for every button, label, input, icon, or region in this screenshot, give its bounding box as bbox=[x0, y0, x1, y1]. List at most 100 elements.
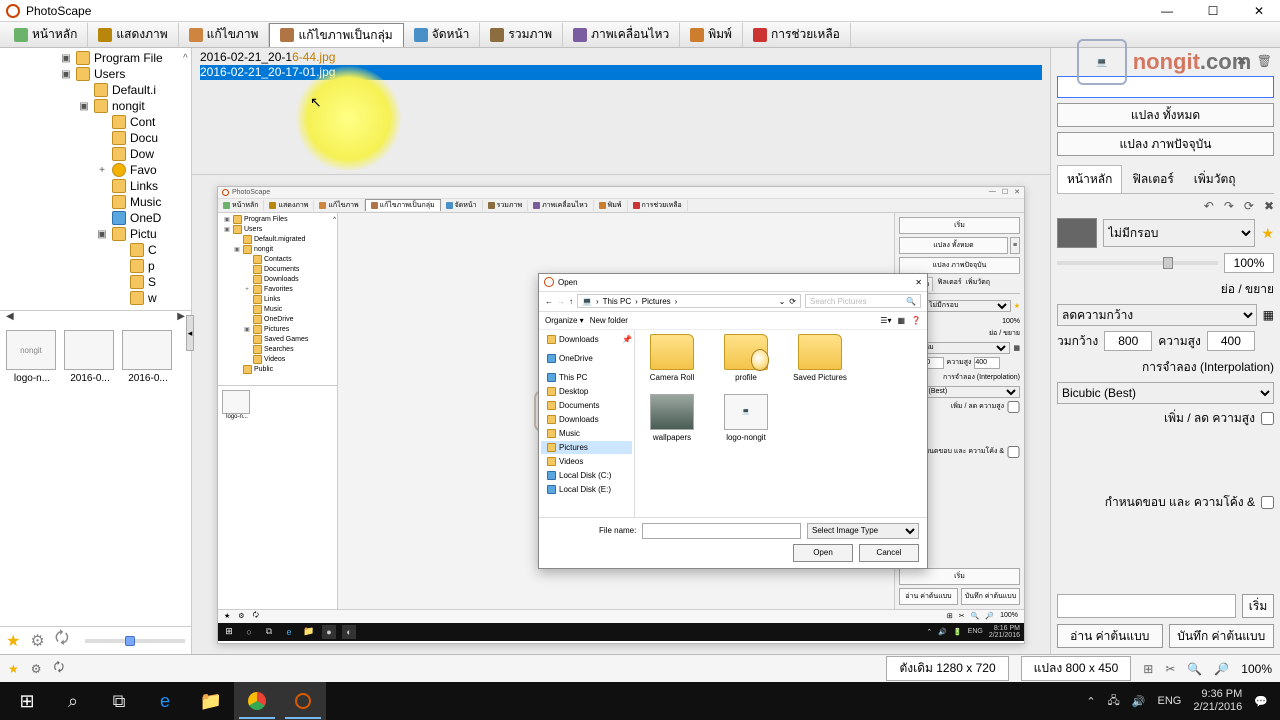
search-button[interactable]: ⌕ bbox=[50, 682, 96, 720]
tab-3[interactable]: แก้ไขภาพเป็นกลุ่ม bbox=[269, 23, 403, 47]
file-item[interactable]: profile bbox=[715, 334, 777, 382]
tree-row[interactable]: ▣Pictu bbox=[0, 226, 191, 242]
nav-item[interactable]: Downloads bbox=[541, 413, 632, 426]
tree-row[interactable]: C bbox=[0, 242, 191, 258]
lang-indicator[interactable]: ENG bbox=[1158, 695, 1182, 707]
dialog-items[interactable]: Camera RollprofileSaved Pictures wallpape… bbox=[635, 330, 927, 517]
nav-item[interactable]: Local Disk (C:) bbox=[541, 469, 632, 482]
tree-row[interactable]: ▣Users bbox=[0, 66, 191, 82]
help-icon[interactable]: ❓ bbox=[911, 316, 921, 325]
nav-item[interactable]: Music bbox=[541, 427, 632, 440]
start-button[interactable]: ⊞ bbox=[4, 682, 50, 720]
clear-icon[interactable]: ✖ bbox=[1264, 199, 1274, 213]
network-icon[interactable]: 🖧 bbox=[1108, 692, 1120, 711]
convert-all-button[interactable]: แปลง ทั้งหมด bbox=[1057, 103, 1274, 127]
nav-item[interactable]: Videos bbox=[541, 455, 632, 468]
close-button[interactable]: ✕ bbox=[1244, 4, 1274, 18]
tree-h-scroll[interactable]: ◀▶ bbox=[0, 310, 191, 324]
tab-0[interactable]: หน้าหลัก bbox=[4, 23, 88, 47]
explorer-icon[interactable]: 📁 bbox=[188, 682, 234, 720]
gear-icon[interactable]: ⚙ bbox=[30, 631, 44, 651]
tab-4[interactable]: จัดหน้า bbox=[404, 23, 481, 47]
nav-item[interactable]: This PC bbox=[541, 371, 632, 384]
file-item[interactable]: 💻logo-nongit bbox=[715, 394, 777, 442]
settings-tabs[interactable]: หน้าหลักฟิลเตอร์เพิ่มวัตถุ bbox=[1057, 165, 1274, 194]
keep-ratio-checkbox[interactable] bbox=[1261, 412, 1274, 425]
tray-chevron-icon[interactable]: ⌃ bbox=[1086, 695, 1095, 708]
settings-tab[interactable]: เพิ่มวัตถุ bbox=[1184, 165, 1246, 193]
tree-row[interactable]: p bbox=[0, 258, 191, 274]
frame-swatch[interactable] bbox=[1057, 218, 1097, 248]
output-path-input[interactable] bbox=[1057, 76, 1274, 98]
undo-icon[interactable]: ↶ bbox=[1204, 199, 1214, 213]
file-item[interactable]: Camera Roll bbox=[641, 334, 703, 382]
trash-icon[interactable]: 🗑 bbox=[1257, 54, 1272, 68]
nav-back-button[interactable]: ← bbox=[545, 297, 553, 306]
dialog-nav-pane[interactable]: Downloads📌 OneDrive This PCDesktopDocument… bbox=[539, 330, 635, 517]
tree-row[interactable]: Dow bbox=[0, 146, 191, 162]
resize-mode-select[interactable]: ลดความกว้าง bbox=[1057, 304, 1257, 326]
refresh-icon[interactable]: ⟳ bbox=[789, 297, 796, 306]
border-checkbox[interactable] bbox=[1261, 496, 1274, 509]
height-input[interactable] bbox=[1207, 331, 1255, 351]
nav-up-button[interactable]: ↑ bbox=[569, 297, 573, 306]
crop-icon[interactable]: ✂ bbox=[1165, 662, 1175, 676]
file-item[interactable]: Saved Pictures bbox=[789, 334, 851, 382]
interp-select[interactable]: Bicubic (Best) bbox=[1057, 382, 1274, 404]
edge-icon[interactable]: e bbox=[142, 682, 188, 720]
thumb-item[interactable]: nongitlogo-n... bbox=[6, 330, 58, 384]
open-button[interactable]: Open bbox=[793, 544, 853, 562]
preset-name-input[interactable] bbox=[1057, 594, 1236, 618]
nav-item[interactable]: Documents bbox=[541, 399, 632, 412]
new-folder-button[interactable]: New folder bbox=[590, 316, 628, 325]
tree-row[interactable]: Music bbox=[0, 194, 191, 210]
volume-icon[interactable]: 🔊 bbox=[1132, 695, 1146, 708]
load-preset-button[interactable]: อ่าน ค่าต้นแบบ bbox=[1057, 624, 1163, 648]
splitter-handle[interactable]: ◂ bbox=[186, 315, 194, 351]
tree-row[interactable]: S bbox=[0, 274, 191, 290]
tab-1[interactable]: แสดงภาพ bbox=[88, 23, 178, 47]
thumb-item[interactable]: 2016-0... bbox=[64, 330, 116, 384]
zoom-in-icon[interactable]: 🔍 bbox=[1187, 662, 1202, 676]
gear-icon[interactable]: ⚙ bbox=[31, 662, 42, 676]
grid-icon[interactable]: ▦ bbox=[1263, 308, 1274, 322]
file-type-select[interactable]: Select Image Type bbox=[807, 523, 919, 539]
nav-item[interactable]: Local Disk (E:) bbox=[541, 483, 632, 496]
breadcrumb[interactable]: 💻› This PC› Pictures› ⌄⟳ bbox=[577, 294, 801, 308]
chrome-icon[interactable] bbox=[234, 682, 280, 720]
filename-input[interactable] bbox=[642, 523, 801, 539]
tree-row[interactable]: +Favo bbox=[0, 162, 191, 178]
nav-item[interactable]: Desktop bbox=[541, 385, 632, 398]
star-icon[interactable]: ★ bbox=[6, 631, 20, 651]
zoom-out-icon[interactable]: 🔎 bbox=[1214, 662, 1229, 676]
notification-icon[interactable]: 💬 bbox=[1254, 695, 1268, 708]
file-row[interactable]: 2016-02-21_20-16-44.jpg bbox=[200, 50, 1042, 65]
file-item[interactable]: wallpapers bbox=[641, 394, 703, 442]
tree-row[interactable]: OneD bbox=[0, 210, 191, 226]
tab-2[interactable]: แก้ไขภาพ bbox=[179, 23, 270, 47]
settings-tab[interactable]: ฟิลเตอร์ bbox=[1122, 165, 1183, 193]
tab-8[interactable]: การช่วยเหลือ bbox=[743, 23, 851, 47]
tree-row[interactable]: Docu bbox=[0, 130, 191, 146]
nav-item[interactable]: Downloads📌 bbox=[541, 333, 632, 346]
width-input[interactable] bbox=[1104, 331, 1152, 351]
minimize-button[interactable]: — bbox=[1152, 4, 1182, 18]
nav-item[interactable]: Pictures bbox=[541, 441, 632, 454]
maximize-button[interactable]: ☐ bbox=[1198, 4, 1228, 18]
nav-item[interactable]: OneDrive bbox=[541, 352, 632, 365]
organize-button[interactable]: Organize ▾ bbox=[545, 316, 584, 325]
convert-current-button[interactable]: แปลง ภาพปัจจุบัน bbox=[1057, 132, 1274, 156]
tree-row[interactable]: ▣Program File^ bbox=[0, 50, 191, 66]
star-icon[interactable]: ★ bbox=[8, 662, 19, 676]
cancel-button[interactable]: Cancel bbox=[859, 544, 919, 562]
thumb-size-slider[interactable] bbox=[85, 639, 185, 643]
tab-7[interactable]: พิมพ์ bbox=[680, 23, 743, 47]
thumb-item[interactable]: 2016-0... bbox=[122, 330, 174, 384]
settings-tab[interactable]: หน้าหลัก bbox=[1057, 165, 1122, 193]
fit-icon[interactable]: ⊞ bbox=[1143, 662, 1153, 676]
task-view-button[interactable]: ⧉ bbox=[96, 682, 142, 720]
refresh-icon[interactable]: 🗘 bbox=[54, 658, 65, 679]
thumbnail-strip[interactable]: nongitlogo-n...2016-0...2016-0... bbox=[0, 324, 191, 626]
start-button[interactable]: เริ่ม bbox=[1242, 594, 1274, 618]
tree-row[interactable]: Cont bbox=[0, 114, 191, 130]
